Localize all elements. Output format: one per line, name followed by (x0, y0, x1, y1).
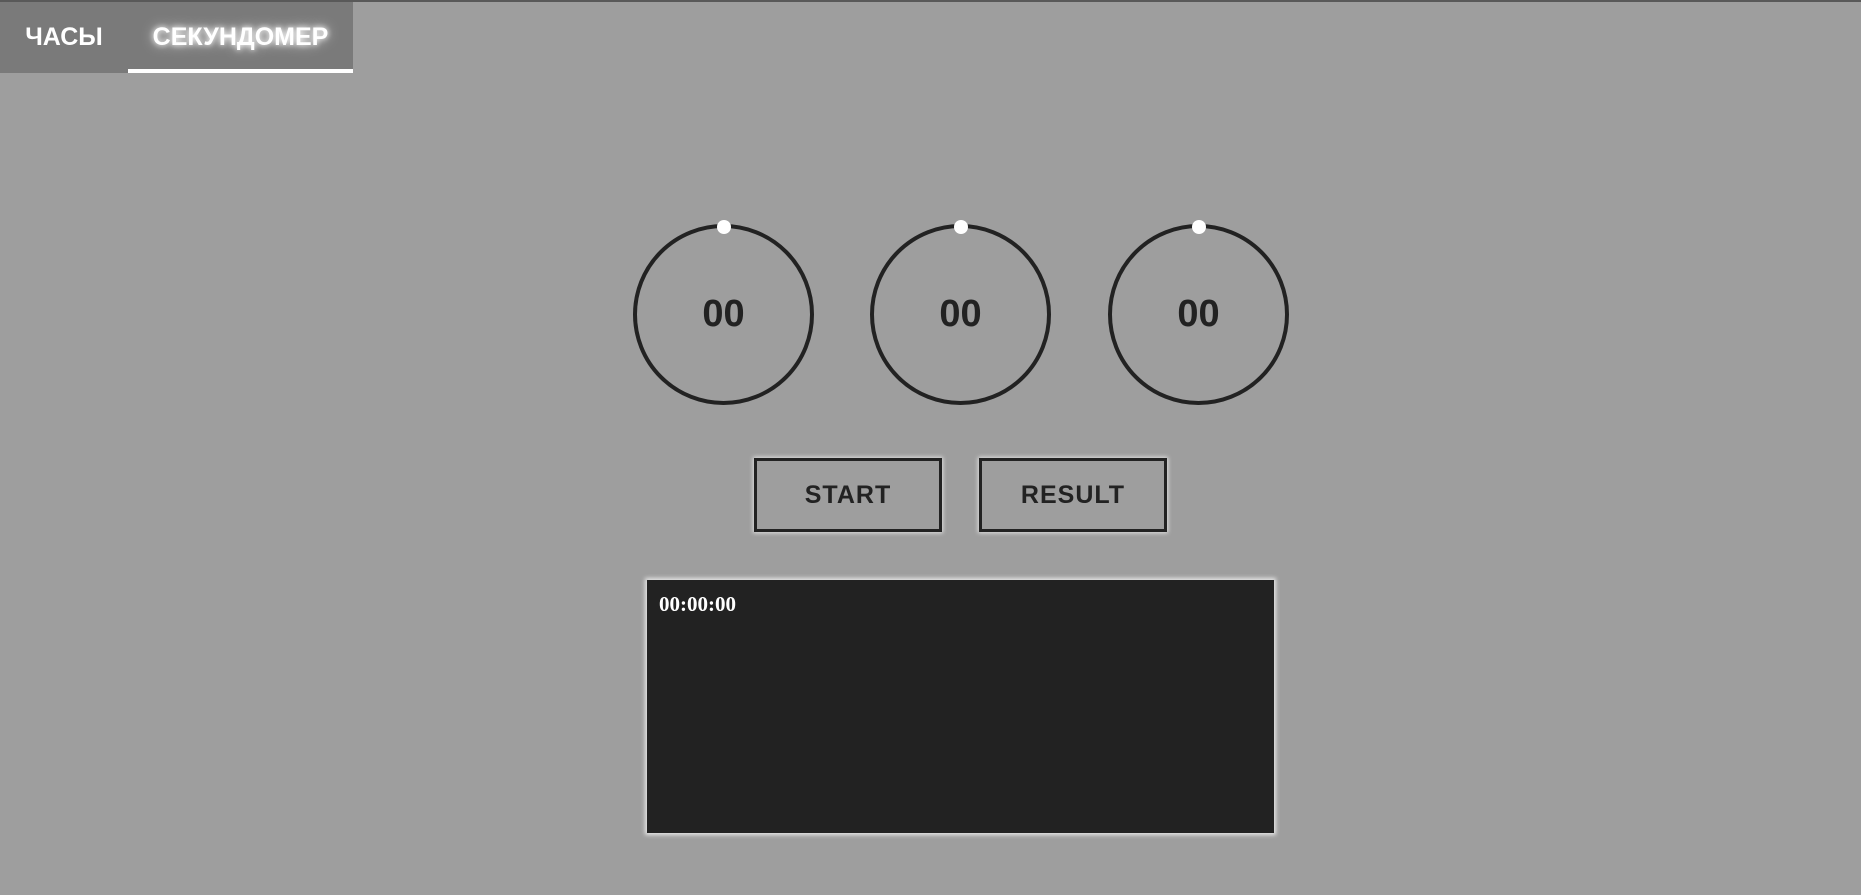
seconds-dial: 00 (1108, 220, 1289, 405)
hours-value: 00 (702, 293, 745, 335)
minutes-dial: 00 (870, 220, 1051, 405)
tab-stopwatch[interactable]: СЕКУНДОМЕР (128, 2, 353, 73)
tab-clock[interactable]: ЧАСЫ (0, 2, 128, 73)
minutes-value: 00 (939, 293, 982, 335)
hours-dial: 00 (633, 220, 814, 405)
start-button[interactable]: START (754, 458, 942, 532)
dial-indicator-dot (1191, 220, 1206, 234)
result-entry: 00:00:00 (659, 592, 736, 616)
results-panel: 00:00:00 (647, 580, 1274, 833)
result-button[interactable]: RESULT (979, 458, 1167, 532)
tab-bar: ЧАСЫ СЕКУНДОМЕР (0, 2, 353, 73)
dial-indicator-dot (953, 220, 968, 234)
dial-indicator-dot (716, 220, 731, 234)
seconds-value: 00 (1177, 293, 1220, 335)
